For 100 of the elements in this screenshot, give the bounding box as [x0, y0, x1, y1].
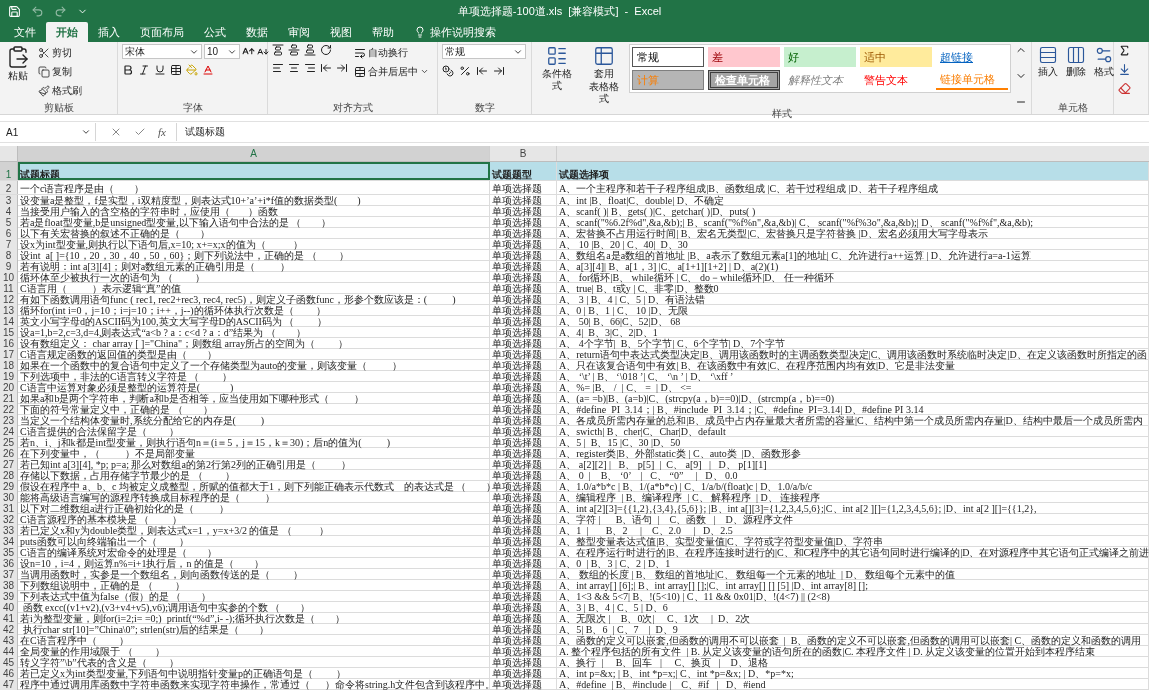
- cells-button[interactable]: 格式: [1092, 44, 1116, 79]
- row-number[interactable]: 5: [0, 217, 18, 228]
- decrease-indent-icon[interactable]: [320, 62, 332, 74]
- copy-icon: [38, 65, 50, 78]
- cells-button[interactable]: 删除: [1064, 44, 1088, 79]
- merge-center-button[interactable]: 合并后居中: [352, 63, 431, 80]
- table-cell: A、int |B、float|C、double| D、不确定: [557, 195, 1149, 206]
- align-middle-icon[interactable]: [288, 44, 300, 56]
- table-cell: A、 50| B、66|C、52|D、 68: [557, 316, 1149, 327]
- row-number[interactable]: 41: [0, 613, 18, 624]
- font-color-icon[interactable]: [202, 64, 214, 76]
- column-header[interactable]: A: [18, 146, 490, 161]
- table-cell: 单项选择题: [490, 591, 557, 602]
- paste-button[interactable]: 粘贴: [4, 44, 32, 83]
- conditional-formatting-button[interactable]: 条件格式: [536, 44, 579, 93]
- fill-color-icon[interactable]: [186, 64, 198, 76]
- row-number[interactable]: 47: [0, 679, 18, 690]
- cells-button[interactable]: 插入: [1036, 44, 1060, 79]
- cell-style-swatch[interactable]: 好: [784, 47, 856, 67]
- enter-icon[interactable]: [134, 126, 146, 138]
- table-cell: 单项选择题: [490, 679, 557, 690]
- percent-icon[interactable]: [459, 65, 471, 77]
- table-cell: 单项选择题: [490, 349, 557, 360]
- bold-icon[interactable]: [122, 64, 134, 76]
- table-cell: A、在程序运行时进行的|B、在程序连接时进行的|C、和C程序中的其它语句同时进行编译的|D、在对源程序中其它语句正式编译之前进: [557, 547, 1149, 558]
- table-cell: 单项选择题: [490, 459, 557, 470]
- column-header[interactable]: B: [490, 146, 557, 161]
- ribbon-tab[interactable]: 公式: [194, 22, 236, 42]
- ribbon-tab[interactable]: 视图: [320, 22, 362, 42]
- lightbulb-icon[interactable]: [414, 26, 426, 38]
- insert-function-button[interactable]: fx: [158, 126, 166, 138]
- row-number[interactable]: 9: [0, 261, 18, 272]
- number-format-field[interactable]: 常规: [442, 44, 526, 59]
- header-cell: 试题选择项: [557, 162, 1149, 180]
- table-cell: 单项选择题: [490, 624, 557, 635]
- table-cell: 单项选择题: [490, 283, 557, 294]
- orientation-icon[interactable]: [320, 44, 332, 56]
- cancel-icon[interactable]: [110, 126, 122, 138]
- borders-icon[interactable]: [170, 64, 182, 76]
- align-right-icon[interactable]: [304, 62, 316, 74]
- ribbon-tab[interactable]: 插入: [88, 22, 130, 42]
- clipboard-icon: [6, 45, 30, 69]
- row-number[interactable]: 6: [0, 228, 18, 239]
- table-cell: 单项选择题: [490, 503, 557, 514]
- table-cell: A、 3 | B、4 | C、5 | D、有语法错: [557, 294, 1149, 305]
- table-icon: [592, 45, 615, 67]
- ribbon-tab[interactable]: 开始: [46, 22, 88, 42]
- format-as-table-button[interactable]: 套用 表格格式: [582, 44, 625, 106]
- table-cell: 单项选择题: [490, 492, 557, 503]
- tell-me-search[interactable]: 操作说明搜索: [430, 24, 496, 40]
- table-cell: 单项选择题: [490, 305, 557, 316]
- ribbon-tab[interactable]: 页面布局: [130, 22, 194, 42]
- table-cell: 单项选择题: [490, 437, 557, 448]
- table-cell: A、 数组的长度 | B、 数组的首地址|C、 数组每一个元素的地址 | D、 数组每个元素中的值: [557, 569, 1149, 580]
- wrap-text-button[interactable]: 自动换行: [352, 44, 431, 61]
- table-cell: 英文小写字母d的ASCII码为100,英文大写字母D的ASCII码为 （ ）: [18, 316, 490, 327]
- align-top-icon[interactable]: [272, 44, 284, 56]
- group-label: 字体: [181, 102, 204, 114]
- ribbon-tab[interactable]: 帮助: [362, 22, 404, 42]
- currency-icon[interactable]: [442, 65, 454, 77]
- caret-icon: [420, 67, 429, 76]
- row-number[interactable]: 17: [0, 349, 18, 360]
- table-cell: 设x为int型变量,则执行以下语句后,x=10; x+=x;x的值为（ ）: [18, 239, 490, 250]
- row-number[interactable]: 2: [0, 181, 18, 194]
- formula-field[interactable]: 试题标题: [176, 125, 1149, 139]
- table-cell: 若已定义x和y为double类型，则表达式x=1，y=x+3/2 的值是 （ ）: [18, 525, 490, 536]
- cell-style-swatch[interactable]: 适中: [860, 47, 932, 67]
- underline-icon[interactable]: [154, 64, 166, 76]
- align-bottom-icon[interactable]: [304, 44, 316, 56]
- table-cell: 单项选择题: [490, 261, 557, 272]
- align-center-icon[interactable]: [288, 62, 300, 74]
- row-number[interactable]: 3: [0, 195, 18, 206]
- save-icon[interactable]: [8, 4, 21, 18]
- font-name-field[interactable]: 宋体: [122, 44, 202, 59]
- increase-indent-icon[interactable]: [336, 62, 348, 74]
- ribbon-tab[interactable]: 文件: [4, 22, 46, 42]
- row-number[interactable]: 1: [0, 162, 18, 180]
- name-box[interactable]: A1: [0, 123, 96, 141]
- format-painter-button[interactable]: 格式刷: [36, 82, 84, 99]
- table-cell: C语言规定函数的返回值的类型是由（ ）: [18, 349, 490, 360]
- table-cell: 单项选择题: [490, 217, 557, 228]
- cell-style-swatch[interactable]: 常规: [632, 47, 704, 67]
- table-cell: 若已定义x为int类型变量,下列语句中说明指针变量p的正确语句是（ ）: [18, 668, 490, 679]
- row-number[interactable]: 8: [0, 250, 18, 261]
- cell-style-swatch[interactable]: 差: [708, 47, 780, 67]
- italic-icon[interactable]: [138, 64, 150, 76]
- table-cell: 单项选择题: [490, 657, 557, 668]
- table-cell: A、0 | B、1 | C、 10 |D、无限: [557, 305, 1149, 316]
- row-number[interactable]: 4: [0, 206, 18, 217]
- row-number[interactable]: 7: [0, 239, 18, 250]
- copy-button[interactable]: 复制: [36, 63, 84, 80]
- ribbon-tab[interactable]: 数据: [236, 22, 278, 42]
- table-cell: 单项选择题: [490, 327, 557, 338]
- shrink-font-icon[interactable]: [257, 45, 269, 58]
- cut-button[interactable]: 剪切: [36, 44, 84, 61]
- ribbon-tab[interactable]: 审阅: [278, 22, 320, 42]
- redo-icon[interactable]: [54, 4, 67, 18]
- align-left-icon[interactable]: [272, 62, 284, 74]
- font-size-field[interactable]: 10: [204, 44, 240, 59]
- undo-icon[interactable]: [31, 4, 44, 18]
